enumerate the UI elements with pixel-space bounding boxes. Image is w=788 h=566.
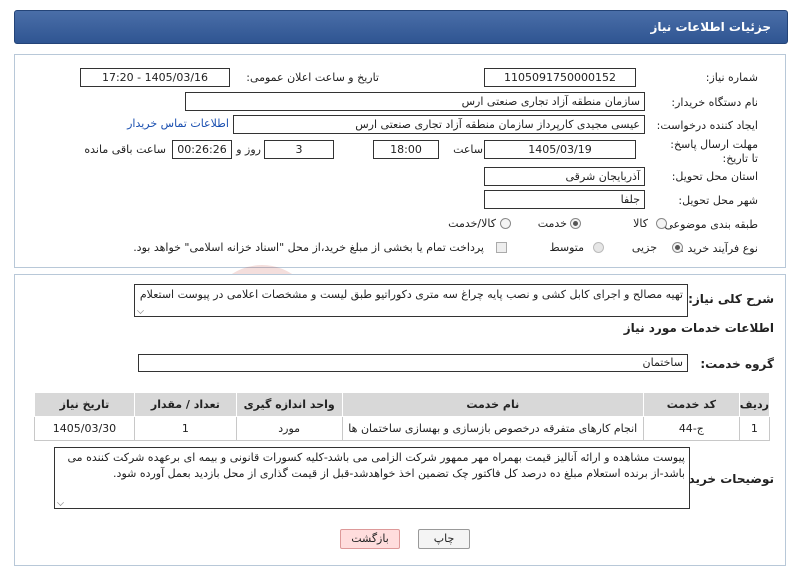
col-header-unit: واحد اندازه گیری [235, 392, 343, 417]
page-title: جزئیات اطلاعات نیاز [650, 20, 771, 34]
city-label: شهر محل تحویل: [678, 194, 758, 207]
services-table-header: ردیف کد خدمت نام خدمت واحد اندازه گیری ت… [34, 392, 771, 417]
deadline-time-field: 18:00 [373, 140, 439, 159]
category-option-goods: کالا [633, 217, 648, 230]
purchase-type-label: نوع فرآیند خرید : [680, 242, 758, 255]
service-group-field: ساختمان [138, 354, 688, 372]
back-button[interactable]: بازگشت [340, 529, 400, 549]
deadline-label: مهلت ارسال پاسخ: تا تاریخ: [670, 138, 758, 165]
category-option-service: خدمت [537, 217, 567, 230]
category-radio-goods-service[interactable] [500, 218, 511, 229]
requester-field: عیسی مجیدی کارپرداز سازمان منطقه آزاد تج… [233, 115, 645, 134]
buyer-org-field: سازمان منطقه آزاد تجاری صنعتی ارس [185, 92, 645, 111]
remaining-time-label: ساعت باقی مانده [84, 143, 166, 156]
resize-handle-icon[interactable] [57, 499, 64, 506]
province-label: استان محل تحویل: [671, 170, 758, 183]
general-description-label: شرح کلی نیاز: [688, 292, 774, 306]
cell-need-date: 1405/03/30 [34, 416, 135, 441]
requester-label: ایجاد کننده درخواست: [656, 119, 758, 132]
treasury-payment-checkbox[interactable] [496, 242, 507, 253]
col-header-name: نام خدمت [341, 392, 644, 417]
category-label: طبقه بندی موضوعی: [660, 218, 758, 231]
deadline-date-field: 1405/03/19 [484, 140, 636, 159]
general-description-field: تهیه مصالح و اجرای کابل کشی و نصب پایه چ… [134, 284, 688, 317]
table-row: 1 ج-44 انجام کارهای متفرقه درخصوص بازساز… [34, 416, 771, 441]
treasury-payment-note: پرداخت تمام یا بخشی از مبلغ خرید،از محل … [133, 241, 484, 254]
deadline-time-label: ساعت [453, 143, 483, 156]
remaining-time-field: 00:26:26 [172, 140, 232, 159]
general-description-text: تهیه مصالح و اجرای کابل کشی و نصب پایه چ… [139, 288, 683, 301]
province-field: آذربایجان شرقی [484, 167, 645, 186]
purchase-type-option-medium: متوسط [549, 241, 584, 254]
announce-datetime-field: 1405/03/16 - 17:20 [80, 68, 230, 87]
buyer-contact-link[interactable]: اطلاعات تماس خریدار [127, 117, 229, 130]
page-header: جزئیات اطلاعات نیاز [14, 10, 788, 44]
category-radio-goods[interactable] [656, 218, 667, 229]
cell-row-number: 1 [738, 416, 771, 441]
cell-service-code: ج-44 [642, 416, 740, 441]
service-group-label: گروه خدمت: [700, 357, 774, 371]
col-header-date: تاریخ نیاز [34, 392, 135, 417]
col-header-code: کد خدمت [642, 392, 740, 417]
need-number-label: شماره نیاز: [705, 71, 758, 84]
city-field: جلفا [484, 190, 645, 209]
announce-datetime-label: تاریخ و ساعت اعلان عمومی: [246, 71, 379, 84]
cell-service-name: انجام کارهای متفرقه درخصوص بازسازی و بهس… [341, 416, 644, 441]
print-button[interactable]: چاپ [418, 529, 470, 549]
resize-handle-icon[interactable] [137, 307, 144, 314]
buyer-notes-text: پیوست مشاهده و ارائه آنالیز قیمت بهمراه … [67, 451, 685, 480]
col-header-quantity: تعداد / مقدار [133, 392, 237, 417]
days-label: روز و [236, 143, 261, 156]
days-field: 3 [264, 140, 334, 159]
purchase-type-radio-minor[interactable] [672, 242, 683, 253]
purchase-type-option-minor: جزیی [631, 241, 657, 254]
cell-quantity: 1 [133, 416, 237, 441]
services-section-title: اطلاعات خدمات مورد نیاز [623, 321, 774, 335]
need-number-field: 1105091750000152 [484, 68, 636, 87]
buyer-notes-field: پیوست مشاهده و ارائه آنالیز قیمت بهمراه … [54, 447, 690, 509]
category-radio-service[interactable] [570, 218, 581, 229]
services-table: ردیف کد خدمت نام خدمت واحد اندازه گیری ت… [34, 392, 771, 441]
cell-unit: مورد [235, 416, 343, 441]
buyer-org-label: نام دستگاه خریدار: [671, 96, 758, 109]
category-option-goods-service: کالا/خدمت [448, 217, 496, 230]
col-header-row: ردیف [738, 392, 771, 417]
purchase-type-radio-medium[interactable] [593, 242, 604, 253]
